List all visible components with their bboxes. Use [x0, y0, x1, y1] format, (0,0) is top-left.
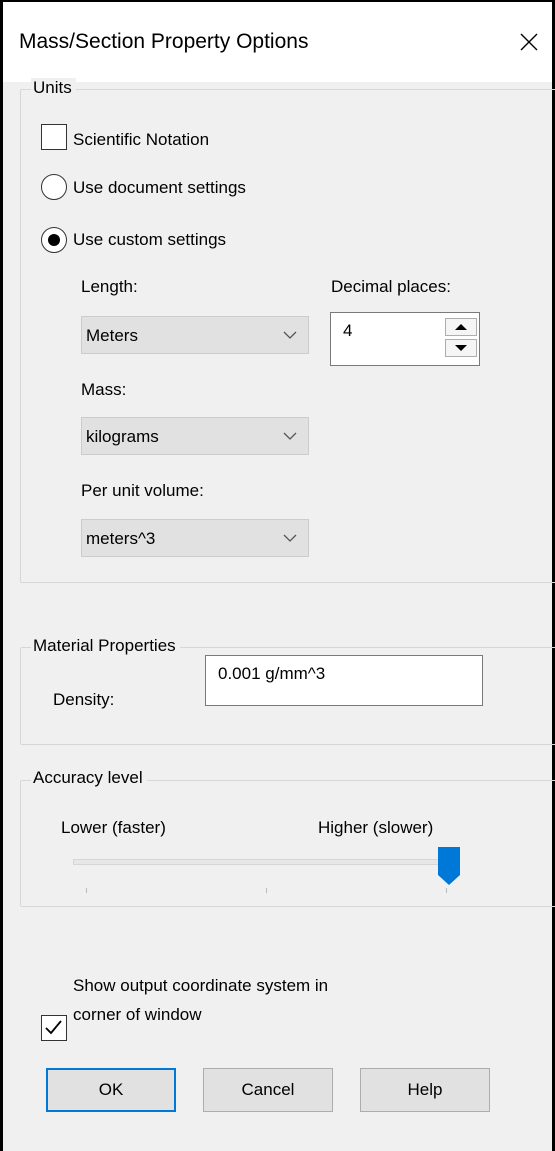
higher-slower-label: Higher (slower) — [318, 818, 434, 837]
checkmark-icon — [45, 1020, 62, 1035]
volume-dropdown[interactable]: meters^3 — [81, 519, 309, 557]
show-coordinate-system-label-line1[interactable]: Show output coordinate system in — [73, 976, 328, 996]
mass-section-properties-dialog: Mass/Section Property Options Units Scie… — [0, 0, 555, 1151]
decimal-places-label: Decimal places: — [331, 277, 451, 296]
show-coordinate-system-checkbox[interactable] — [41, 1015, 67, 1041]
accuracy-level-label: Accuracy level — [31, 768, 147, 788]
arrow-down-icon — [455, 345, 467, 351]
scientific-notation-checkbox[interactable] — [41, 124, 67, 150]
show-coordinate-system-label-line2[interactable]: corner of window — [73, 1005, 202, 1025]
radio-selected-dot — [48, 234, 60, 246]
arrow-up-icon — [455, 324, 467, 330]
decimal-up-button[interactable] — [445, 318, 477, 336]
decimal-places-value: 4 — [343, 321, 353, 340]
use-document-settings-radio[interactable] — [41, 174, 67, 200]
volume-dropdown-value: meters^3 — [86, 529, 156, 548]
density-label: Density: — [53, 690, 115, 709]
close-button[interactable] — [506, 20, 552, 64]
help-button[interactable]: Help — [360, 1068, 490, 1112]
dialog-title: Mass/Section Property Options — [19, 30, 309, 53]
slider-tick — [86, 888, 87, 893]
slider-tick — [266, 888, 267, 893]
close-icon — [520, 33, 538, 51]
length-label: Length: — [81, 277, 138, 296]
slider-tick — [446, 888, 447, 893]
decimal-down-button[interactable] — [445, 339, 477, 357]
accuracy-slider-track[interactable] — [73, 859, 451, 865]
use-custom-settings-radio[interactable] — [41, 227, 67, 253]
material-properties-label: Material Properties — [31, 636, 180, 656]
length-dropdown[interactable]: Meters — [81, 316, 309, 354]
density-value: 0.001 g/mm^3 — [218, 664, 326, 683]
use-document-settings-label[interactable]: Use document settings — [73, 178, 246, 198]
title-bar: Mass/Section Property Options — [3, 2, 552, 82]
mass-dropdown-value: kilograms — [86, 427, 159, 446]
use-custom-settings-label[interactable]: Use custom settings — [73, 230, 226, 250]
density-input[interactable]: 0.001 g/mm^3 — [205, 655, 483, 706]
cancel-button[interactable]: Cancel — [203, 1068, 333, 1112]
units-group-label: Units — [31, 78, 76, 98]
chevron-down-icon — [283, 331, 297, 339]
ok-button[interactable]: OK — [46, 1068, 176, 1112]
chevron-down-icon — [283, 534, 297, 542]
per-unit-volume-label: Per unit volume: — [81, 481, 204, 500]
mass-dropdown[interactable]: kilograms — [81, 417, 309, 455]
accuracy-level-group — [20, 780, 555, 907]
chevron-down-icon — [283, 432, 297, 440]
accuracy-slider-thumb[interactable] — [436, 846, 462, 886]
lower-faster-label: Lower (faster) — [61, 818, 166, 837]
scientific-notation-label[interactable]: Scientific Notation — [73, 130, 209, 150]
mass-label: Mass: — [81, 380, 127, 399]
length-dropdown-value: Meters — [86, 326, 138, 345]
